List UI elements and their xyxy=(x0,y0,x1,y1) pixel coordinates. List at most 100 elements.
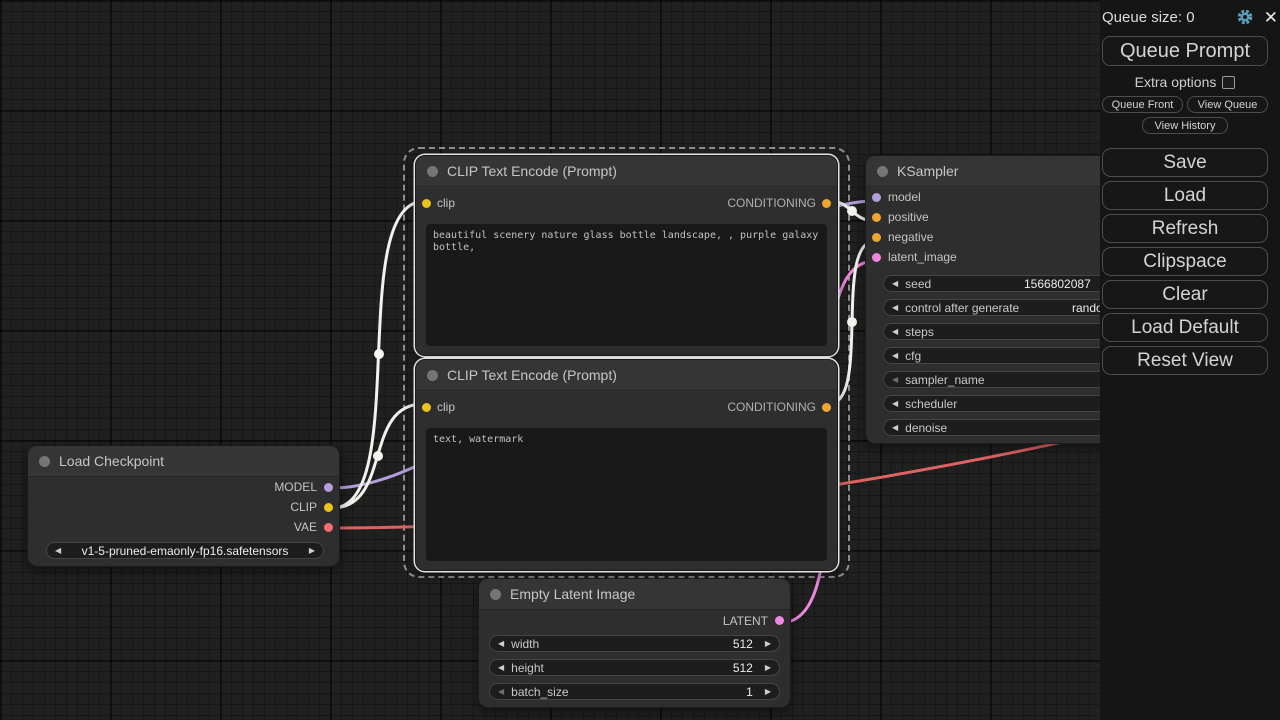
input-slot-clip[interactable]: clip xyxy=(422,196,455,210)
cfg-widget[interactable]: ◀ cfg xyxy=(883,347,1109,364)
clear-button[interactable]: Clear xyxy=(1102,280,1268,309)
node-load-checkpoint[interactable]: Load Checkpoint MODEL CLIP VAE ◀ v1-5-pr… xyxy=(27,445,340,567)
input-label: negative xyxy=(888,230,934,244)
clip-slot-dot[interactable] xyxy=(422,198,431,208)
clip-slot-dot[interactable] xyxy=(422,402,431,412)
model-slot-dot[interactable] xyxy=(872,192,881,202)
prev-arrow-icon[interactable]: ◀ xyxy=(892,327,898,336)
conditioning-slot-dot[interactable] xyxy=(872,212,881,222)
extra-options-checkbox[interactable] xyxy=(1222,75,1236,89)
link-midpoint-dot[interactable] xyxy=(374,349,384,359)
sampler-name-widget[interactable]: ◀ sampler_name xyxy=(883,371,1109,388)
node-ksampler[interactable]: KSampler model positive negative latent_… xyxy=(865,155,1115,444)
node-title-bar[interactable]: CLIP Text Encode (Prompt) xyxy=(416,360,837,391)
input-slot-negative[interactable]: negative xyxy=(866,227,1114,247)
collapse-dot-icon[interactable] xyxy=(427,165,438,177)
settings-gear-icon[interactable] xyxy=(1236,8,1254,26)
refresh-button[interactable]: Refresh xyxy=(1102,214,1268,243)
output-slot-conditioning[interactable]: CONDITIONING xyxy=(727,196,831,210)
input-slot-positive[interactable]: positive xyxy=(866,207,1114,227)
node-title-bar[interactable]: Load Checkpoint xyxy=(28,446,339,477)
output-slot-clip[interactable]: CLIP xyxy=(28,497,339,517)
prev-arrow-icon[interactable]: ◀ xyxy=(498,639,504,648)
input-label: positive xyxy=(888,210,929,224)
width-widget[interactable]: ◀ width 512 ▶ xyxy=(489,635,780,652)
close-icon[interactable]: ✕ xyxy=(1264,9,1278,26)
node-clip-text-encode-negative[interactable]: CLIP Text Encode (Prompt) clip CONDITION… xyxy=(415,359,838,571)
output-slot-latent[interactable]: LATENT xyxy=(479,610,790,631)
scheduler-widget[interactable]: ◀ scheduler xyxy=(883,395,1109,412)
conditioning-slot-dot[interactable] xyxy=(822,402,831,412)
output-slot-vae[interactable]: VAE xyxy=(28,517,339,537)
link-midpoint-dot[interactable] xyxy=(373,451,383,461)
widget-label: height xyxy=(511,660,544,675)
reset-view-button[interactable]: Reset View xyxy=(1102,346,1268,375)
input-slot-model[interactable]: model xyxy=(866,187,1114,207)
prev-arrow-icon[interactable]: ◀ xyxy=(892,399,898,408)
node-title-bar[interactable]: CLIP Text Encode (Prompt) xyxy=(416,156,837,187)
collapse-dot-icon[interactable] xyxy=(877,165,888,177)
load-button[interactable]: Load xyxy=(1102,181,1268,210)
queue-front-button[interactable]: Queue Front xyxy=(1102,96,1183,113)
batch-size-value: 1 xyxy=(746,684,753,699)
prev-arrow-icon[interactable]: ◀ xyxy=(892,423,898,432)
denoise-widget[interactable]: ◀ denoise xyxy=(883,419,1109,436)
node-title-bar[interactable]: Empty Latent Image xyxy=(479,579,790,610)
height-widget[interactable]: ◀ height 512 ▶ xyxy=(489,659,780,676)
prev-arrow-icon[interactable]: ◀ xyxy=(55,546,61,555)
control-after-generate-widget[interactable]: ◀ control after generate rando xyxy=(883,299,1109,316)
link-midpoint-dot[interactable] xyxy=(847,206,857,216)
steps-widget[interactable]: ◀ steps xyxy=(883,323,1109,340)
prev-arrow-icon[interactable]: ◀ xyxy=(892,375,898,384)
node-title-bar[interactable]: KSampler xyxy=(866,156,1114,187)
seed-value: 1566802087 xyxy=(1024,277,1091,291)
prev-arrow-icon[interactable]: ◀ xyxy=(892,279,898,288)
collapse-dot-icon[interactable] xyxy=(39,455,50,467)
output-label: VAE xyxy=(293,520,317,534)
widget-label: denoise xyxy=(905,420,948,435)
widget-label: scheduler xyxy=(905,396,958,411)
load-default-button[interactable]: Load Default xyxy=(1102,313,1268,342)
latent-slot-dot[interactable] xyxy=(872,252,881,262)
next-arrow-icon[interactable]: ▶ xyxy=(765,639,771,648)
ckpt-name-value: v1-5-pruned-emaonly-fp16.safetensors xyxy=(81,543,289,558)
next-arrow-icon[interactable]: ▶ xyxy=(765,663,771,672)
conditioning-slot-dot[interactable] xyxy=(822,198,831,208)
save-button[interactable]: Save xyxy=(1102,148,1268,177)
widget-label: width xyxy=(511,636,540,651)
node-empty-latent-image[interactable]: Empty Latent Image LATENT ◀ width 512 ▶ … xyxy=(478,578,791,708)
negative-prompt-textarea[interactable]: text, watermark xyxy=(426,428,827,561)
link-midpoint-dot[interactable] xyxy=(847,317,857,327)
next-arrow-icon[interactable]: ▶ xyxy=(765,687,771,696)
vae-slot-dot[interactable] xyxy=(324,522,333,532)
view-queue-button[interactable]: View Queue xyxy=(1187,96,1268,113)
view-history-button[interactable]: View History xyxy=(1142,117,1228,134)
control-after-generate-value: rando xyxy=(1072,301,1103,315)
output-slot-conditioning[interactable]: CONDITIONING xyxy=(727,400,831,414)
next-arrow-icon[interactable]: ▶ xyxy=(309,546,315,555)
queue-prompt-button[interactable]: Queue Prompt xyxy=(1102,36,1268,66)
collapse-dot-icon[interactable] xyxy=(490,588,501,600)
seed-widget[interactable]: ◀ seed 1566802087 xyxy=(883,275,1109,292)
clipspace-button[interactable]: Clipspace xyxy=(1102,247,1268,276)
input-slot-latent-image[interactable]: latent_image xyxy=(866,247,1114,267)
model-slot-dot[interactable] xyxy=(324,482,333,492)
prev-arrow-icon[interactable]: ◀ xyxy=(892,303,898,312)
collapse-dot-icon[interactable] xyxy=(427,369,438,381)
node-title-label: CLIP Text Encode (Prompt) xyxy=(447,163,617,179)
prev-arrow-icon[interactable]: ◀ xyxy=(892,351,898,360)
input-slot-clip[interactable]: clip xyxy=(422,400,455,414)
node-clip-text-encode-positive[interactable]: CLIP Text Encode (Prompt) clip CONDITION… xyxy=(415,155,838,356)
extra-options-label: Extra options xyxy=(1134,74,1217,90)
node-title-label: Empty Latent Image xyxy=(510,586,636,602)
conditioning-slot-dot[interactable] xyxy=(872,232,881,242)
prev-arrow-icon[interactable]: ◀ xyxy=(498,687,504,696)
ckpt-name-widget[interactable]: ◀ v1-5-pruned-emaonly-fp16.safetensors ▶ xyxy=(46,542,324,559)
latent-slot-dot[interactable] xyxy=(775,616,784,625)
clip-slot-dot[interactable] xyxy=(324,502,333,512)
queue-size-label: Queue size: 0 xyxy=(1102,8,1195,26)
prev-arrow-icon[interactable]: ◀ xyxy=(498,663,504,672)
positive-prompt-textarea[interactable]: beautiful scenery nature glass bottle la… xyxy=(426,224,827,346)
output-slot-model[interactable]: MODEL xyxy=(28,477,339,497)
batch-size-widget[interactable]: ◀ batch_size 1 ▶ xyxy=(489,683,780,700)
